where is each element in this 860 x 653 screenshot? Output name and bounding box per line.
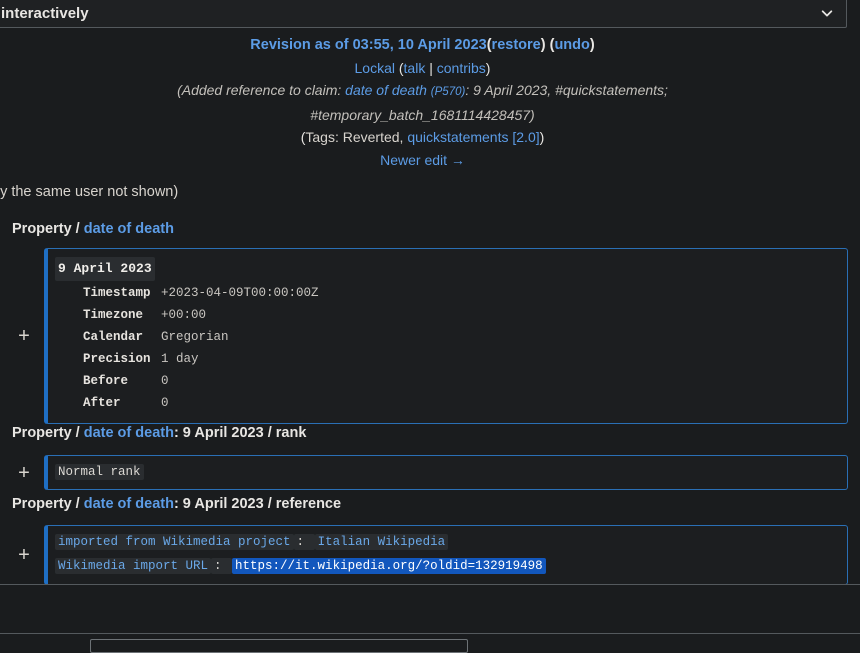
tags-paren-close: ) <box>539 129 545 145</box>
diff-field-key: Timestamp <box>83 286 151 300</box>
intermediate-revisions-note: by the same user not shown) <box>0 184 179 200</box>
property-heading-1-link[interactable]: date of death <box>84 221 174 237</box>
reference-line-1-separator: : <box>293 534 315 550</box>
diff-add-marker-3: + <box>18 544 30 566</box>
diff-field-key: Timezone <box>83 308 144 322</box>
property-heading-2: Property / date of death: 9 April 2023 /… <box>12 425 306 441</box>
revision-comment-line-1: (Added reference to claim: date of death… <box>0 79 845 104</box>
property-heading-3-prefix: Property / <box>12 496 84 512</box>
diff-field-key: Calendar <box>83 330 144 344</box>
diff-field-row: Precision 1 day <box>55 348 839 370</box>
reference-line-1-label: imported from Wikimedia project <box>55 534 294 550</box>
revision-title-line: Revision as of 03:55, 10 April 2023(rest… <box>0 34 845 57</box>
revision-user-line: Lockal (talk | contribs) <box>0 57 845 80</box>
reference-line-1-value: Italian Wikipedia <box>314 534 449 550</box>
reference-line-2: Wikimedia import URL: https://it.wikiped… <box>55 554 839 578</box>
diff-field-row: Calendar Gregorian <box>55 326 839 348</box>
diff-box-1: 9 April 2023 Timestamp +2023-04-09T00:00:… <box>44 248 848 424</box>
property-heading-3-suffix: : 9 April 2023 / reference <box>173 496 342 512</box>
revision-title-link[interactable]: Revision as of 03:55, 10 April 2023 <box>250 37 486 53</box>
diff-view-select[interactable]: interactively <box>0 0 847 28</box>
diff-field-key: Precision <box>83 352 151 366</box>
reference-line-2-value[interactable]: https://it.wikipedia.org/?oldid=13291949… <box>232 558 546 574</box>
restore-link[interactable]: restore <box>492 37 541 53</box>
diff-field-value: Gregorian <box>161 330 229 344</box>
user-links-separator: | <box>429 59 433 76</box>
property-heading-1: Property / date of death <box>12 221 174 237</box>
diff-field-row: Timestamp +2023-04-09T00:00:00Z <box>55 282 839 304</box>
diff-add-marker-2: + <box>18 461 30 484</box>
diff-field-value: +00:00 <box>161 308 207 322</box>
reference-line-1: imported from Wikimedia project: Italian… <box>55 530 839 554</box>
diff-field-row: Before 0 <box>55 370 839 392</box>
comment-prefix: (Added reference to claim: <box>177 82 346 98</box>
tags-label: Tags <box>305 129 335 145</box>
diff-add-marker-1: + <box>18 325 30 347</box>
diff-field-row: Timezone +00:00 <box>55 304 839 326</box>
user-talk-link[interactable]: talk <box>404 60 426 76</box>
diff-field-key: After <box>83 396 121 410</box>
revision-comment-line-2: #temporary_batch_1681114428457) <box>0 104 845 127</box>
undo-paren-close: ) <box>589 37 595 53</box>
diff-box-3: imported from Wikimedia project: Italian… <box>44 525 848 585</box>
user-link[interactable]: Lockal <box>355 60 395 76</box>
diff-field-value: 1 day <box>161 352 199 366</box>
property-heading-3-link[interactable]: date of death <box>84 496 174 512</box>
property-heading-2-link[interactable]: date of death <box>84 425 174 441</box>
tags-separator: : <box>334 129 343 145</box>
diff-row-1: + 9 April 2023 Timestamp +2023-04-09T00:0… <box>4 248 848 424</box>
diff-row-2: + Normal rank <box>4 455 848 490</box>
divider-bottom <box>0 633 860 634</box>
property-heading-1-prefix: Property / <box>12 221 84 237</box>
revision-tags-line: (Tags: Reverted, quickstatements [2.0]) <box>0 126 845 149</box>
diff-field-value: +2023-04-09T00:00:00Z <box>161 286 319 300</box>
property-heading-2-suffix: : 9 April 2023 / rank <box>173 425 307 441</box>
chevron-down-icon <box>820 6 834 20</box>
bottom-input-box[interactable] <box>90 639 468 653</box>
diff-row-3: + imported from Wikimedia project: Itali… <box>4 525 848 585</box>
diff-value-header-1: 9 April 2023 <box>55 257 155 281</box>
property-heading-3: Property / date of death: 9 April 2023 /… <box>12 496 341 512</box>
diff-view-select-value: interactively <box>1 4 89 22</box>
newer-edit-line: Newer edit → <box>0 149 845 172</box>
user-contribs-link[interactable]: contribs <box>437 60 486 76</box>
comment-property-id-link[interactable]: (P570) <box>431 86 466 98</box>
diff-field-row: After 0 <box>55 392 839 414</box>
diff-box-2: Normal rank <box>44 455 848 490</box>
tags-quickstatements-link[interactable]: quickstatements [2.0] <box>407 129 539 145</box>
diff-field-key: Before <box>83 374 129 388</box>
tags-reverted: Reverted, <box>342 129 408 145</box>
diff-field-value: 0 <box>161 396 169 410</box>
property-heading-2-prefix: Property / <box>12 425 84 441</box>
newer-edit-link[interactable]: Newer edit → <box>380 152 465 168</box>
comment-property-link[interactable]: date of death <box>345 82 427 98</box>
diff-value-rank: Normal rank <box>55 464 144 480</box>
reference-line-2-label: Wikimedia import URL <box>55 558 212 574</box>
diff-field-value: 0 <box>161 374 169 388</box>
revision-header: Revision as of 03:55, 10 April 2023(rest… <box>0 34 845 171</box>
divider-top <box>0 584 860 585</box>
comment-middle: : 9 April 2023, #quickstatements; <box>465 82 668 98</box>
undo-link[interactable]: undo <box>554 37 589 53</box>
restore-paren-close: ) <box>540 37 546 53</box>
user-paren-close: ) <box>485 59 491 76</box>
reference-line-2-separator: : <box>211 558 233 574</box>
comment-batch: #temporary_batch_1681114428457) <box>310 106 535 123</box>
